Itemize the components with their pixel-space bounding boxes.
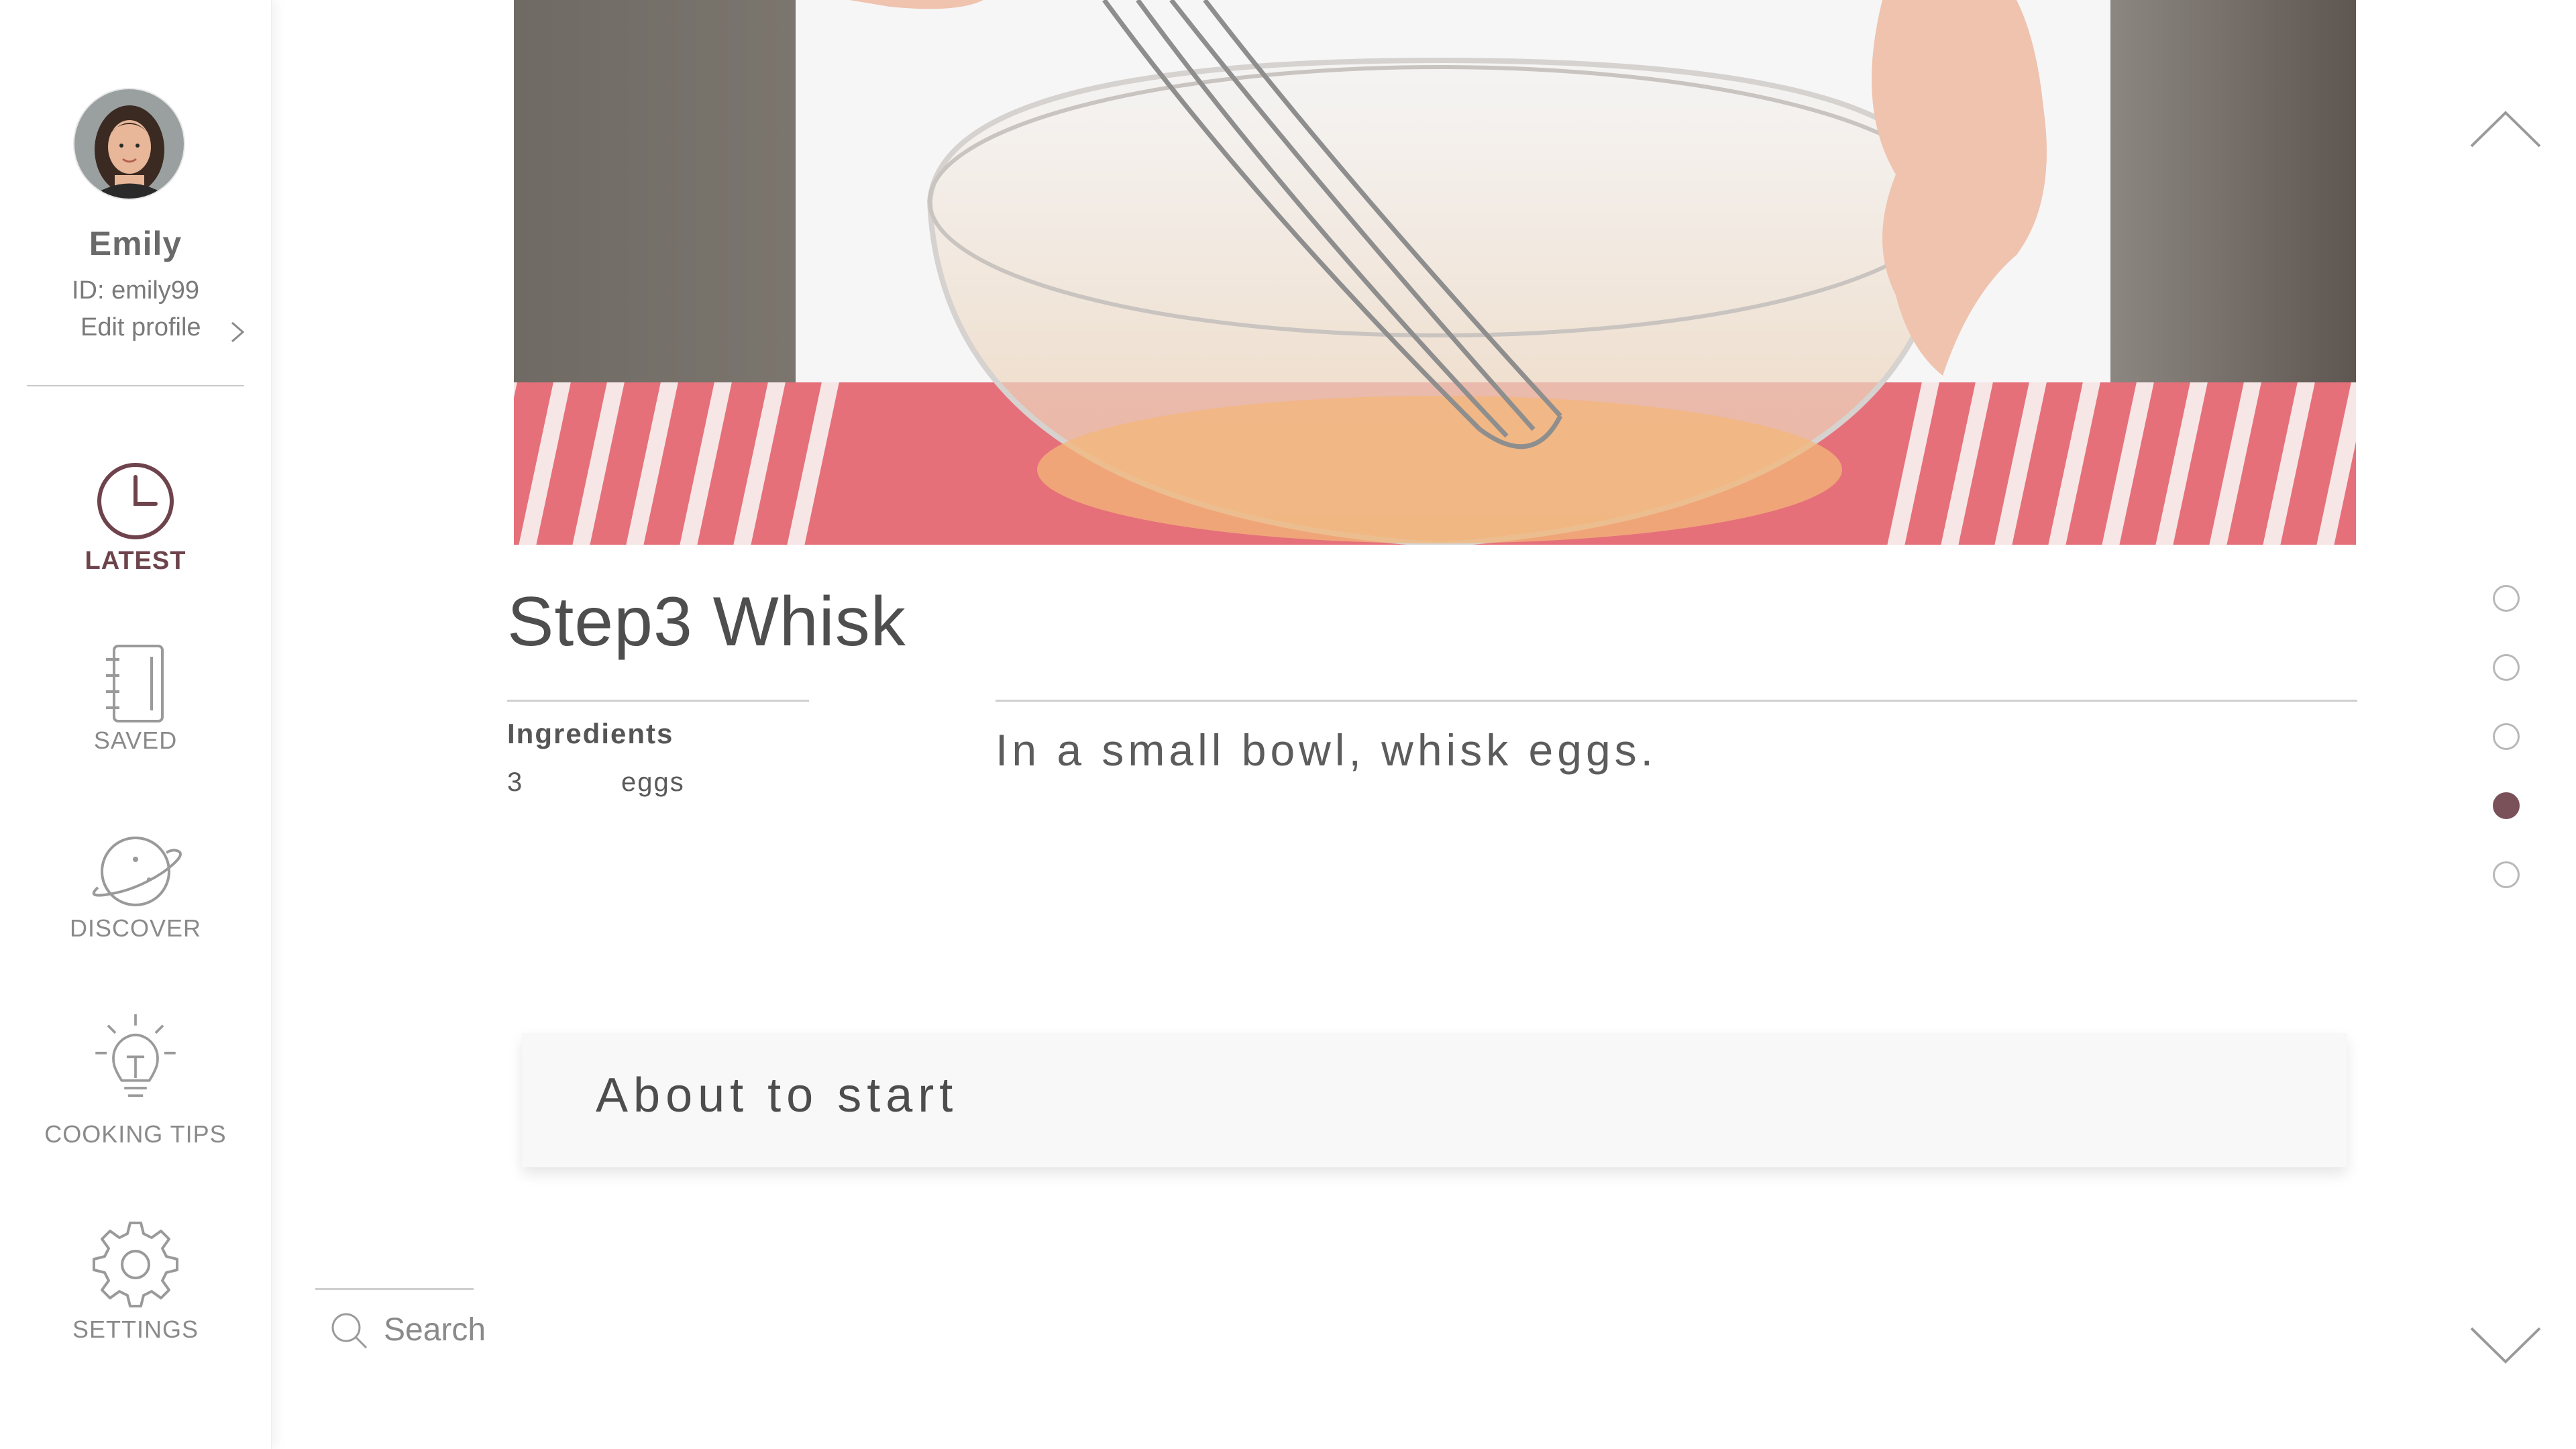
nav-label-saved: SAVED (93, 727, 178, 754)
instruction-divider (996, 700, 2357, 702)
step-dot-3[interactable] (2493, 723, 2520, 750)
nav-label-latest: LATEST (85, 547, 186, 575)
nav-label-settings: SETTINGS (72, 1316, 199, 1343)
nav-item-saved[interactable]: SAVED (0, 641, 271, 775)
nav-label-discover: DISCOVER (69, 914, 202, 942)
avatar-photo (74, 89, 184, 199)
step-dot-4[interactable] (2493, 792, 2520, 819)
notebook-icon (106, 645, 164, 722)
step-instruction: In a small bowl, whisk eggs. (996, 725, 1658, 775)
step-dot-1[interactable] (2493, 585, 2520, 612)
ingredient-name: eggs (621, 767, 685, 797)
step-dot-5[interactable] (2493, 861, 2520, 888)
planet-icon (92, 837, 182, 906)
ingredients-divider (507, 700, 809, 702)
nav-label-cooking-tips: COOKING TIPS (44, 1120, 227, 1148)
nav-item-settings[interactable]: SETTINGS (0, 1218, 271, 1352)
chevron-down-icon[interactable] (2469, 1322, 2542, 1368)
avatar[interactable] (73, 88, 185, 200)
search-divider (315, 1288, 474, 1290)
step-dot-2[interactable] (2493, 654, 2520, 681)
edit-profile-label: Edit profile (80, 313, 201, 341)
clock-icon (97, 463, 174, 539)
search-label: Search (384, 1312, 486, 1348)
profile-name: Emily (89, 225, 182, 262)
search-input[interactable]: Search (322, 1305, 496, 1352)
chevron-right-icon (231, 321, 245, 343)
status-text: About to start (596, 1069, 959, 1122)
sidebar-divider (27, 385, 244, 386)
ingredient-qty: 3 (507, 767, 524, 797)
nav-item-discover[interactable]: DISCOVER (0, 828, 271, 963)
search-icon (331, 1313, 368, 1349)
lightbulb-icon (95, 1014, 176, 1097)
nav-item-latest[interactable]: LATEST (0, 453, 271, 587)
step-photo (514, 0, 2356, 545)
step-title: Step3 Whisk (507, 583, 906, 661)
chevron-up-icon[interactable] (2469, 106, 2542, 153)
edit-profile-link[interactable]: Edit profile (80, 313, 255, 347)
status-card[interactable]: About to start (522, 1033, 2347, 1167)
profile-id: ID: emily99 (71, 276, 200, 305)
whisk-bowl-image (514, 0, 2356, 545)
sidebar: Emily ID: emily99 Edit profile LATEST SA… (0, 0, 272, 1449)
ingredients-heading: Ingredients (507, 718, 674, 749)
gear-icon (93, 1222, 178, 1307)
nav-item-cooking-tips[interactable]: COOKING TIPS (0, 1013, 271, 1161)
